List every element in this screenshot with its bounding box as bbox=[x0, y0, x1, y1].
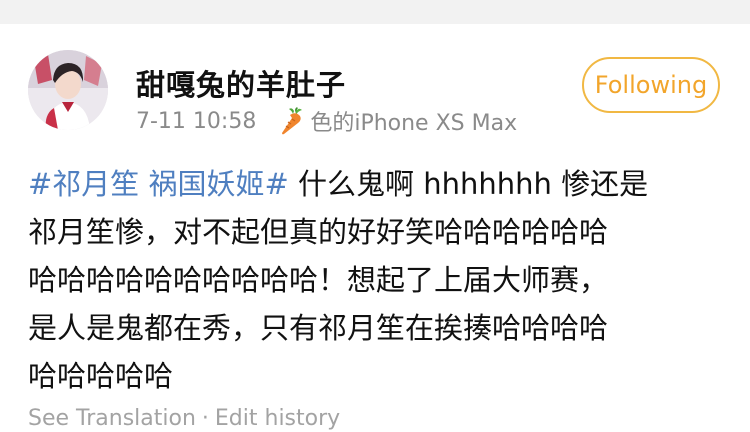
author-name[interactable]: 甜嘎兔的羊肚子 bbox=[136, 62, 346, 104]
post-footer: See Translation · Edit history bbox=[28, 406, 340, 431]
footer-separator: · bbox=[201, 406, 209, 431]
avatar[interactable] bbox=[28, 50, 108, 130]
top-divider-strip bbox=[0, 0, 750, 24]
content-line-5: 哈哈哈哈哈 bbox=[28, 359, 174, 393]
content-text: 什么鬼啊 hhhhhhh 惨还是 bbox=[288, 167, 649, 201]
avatar-image bbox=[28, 50, 108, 130]
hashtag-link[interactable]: #祁月笙 祸国妖姬# bbox=[28, 167, 289, 201]
post-content: #祁月笙 祸国妖姬# 什么鬼啊 hhhhhhh 惨还是 祁月笙惨，对不起但真的好… bbox=[28, 160, 728, 400]
content-line-4: 是人是鬼都在秀，只有祁月笙在挨揍哈哈哈哈 bbox=[28, 311, 609, 345]
following-button[interactable]: Following bbox=[582, 57, 720, 113]
see-translation-link[interactable]: See Translation bbox=[28, 406, 196, 431]
edit-history-link[interactable]: Edit history bbox=[215, 406, 340, 431]
content-line-1: #祁月笙 祸国妖姬# 什么鬼啊 hhhhhhh 惨还是 bbox=[28, 160, 728, 208]
post-meta: 7-11 10:58 色的iPhone XS Max bbox=[136, 105, 517, 137]
content-line-2: 祁月笙惨，对不起但真的好好笑哈哈哈哈哈哈 bbox=[28, 215, 609, 249]
carrot-icon bbox=[282, 107, 303, 135]
content-line-3: 哈哈哈哈哈哈哈哈哈哈！想起了上届大师赛， bbox=[28, 263, 609, 297]
post-timestamp: 7-11 10:58 bbox=[136, 108, 257, 134]
weibo-post-card: 甜嘎兔的羊肚子 7-11 10:58 色的iPhone XS Max Follo… bbox=[0, 24, 750, 432]
device-source[interactable]: 色的iPhone XS Max bbox=[310, 105, 517, 137]
